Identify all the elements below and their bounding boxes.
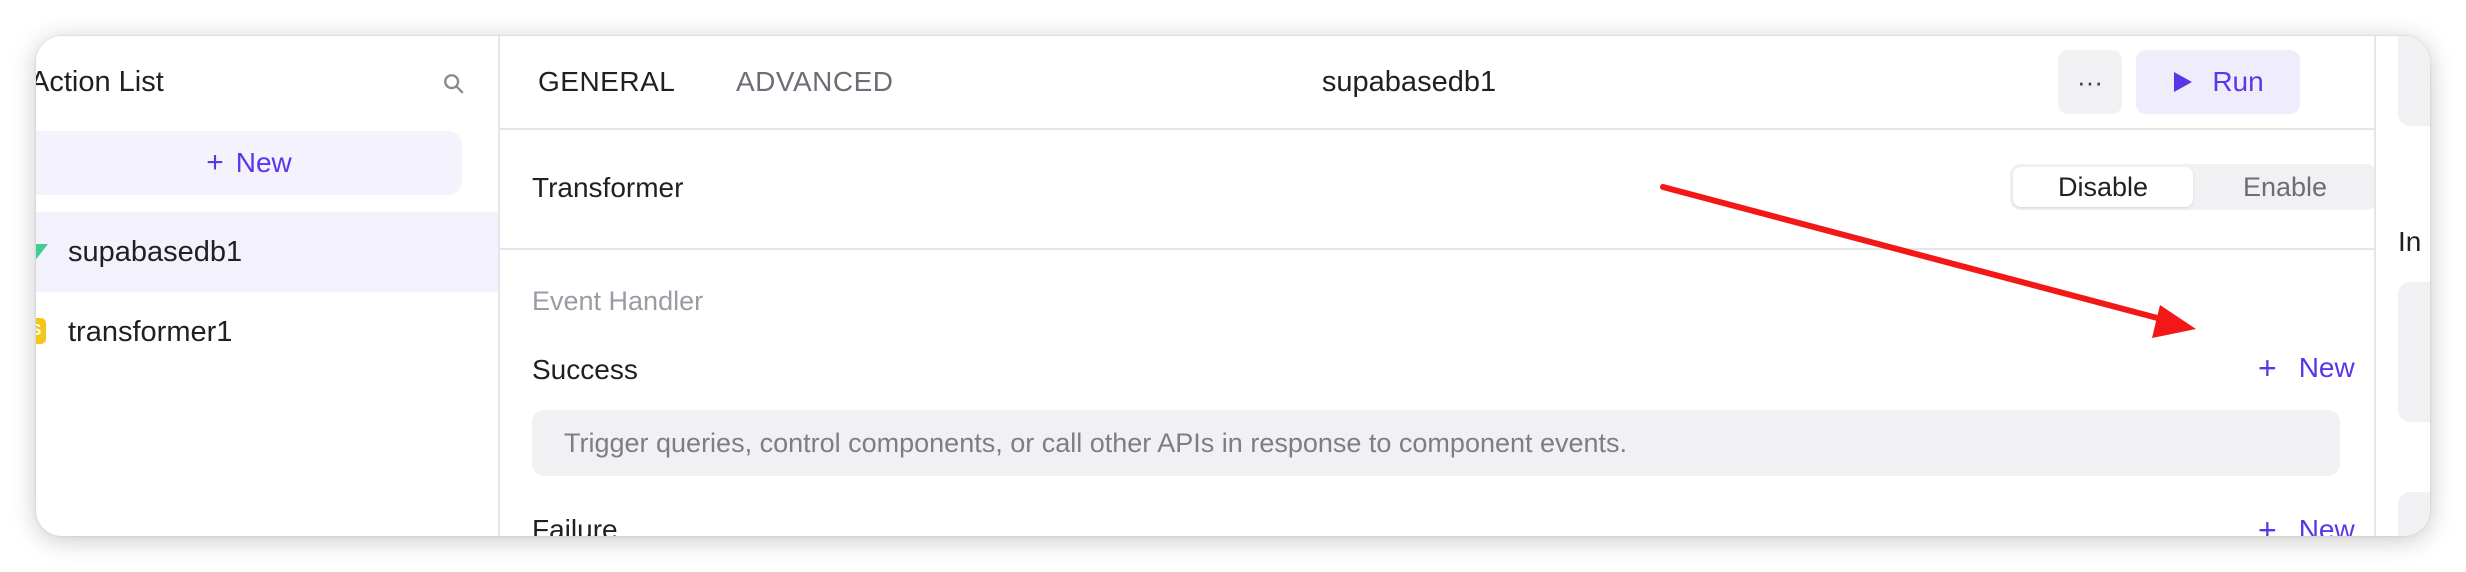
- play-icon: [2174, 72, 2193, 92]
- right-panel-label: In: [2398, 226, 2422, 257]
- sidebar-item-transformer1[interactable]: S transformer1: [36, 292, 498, 372]
- plus-icon: +: [2258, 350, 2277, 386]
- supabase-icon: [36, 244, 48, 260]
- event-handler-title: Event Handler: [532, 286, 704, 316]
- sidebar-title: Action List: [36, 66, 164, 98]
- transformer-disable-option[interactable]: Disable: [2013, 167, 2193, 207]
- transformer-toggle: Disable Enable: [2010, 164, 2376, 210]
- sidebar-item-label: transformer1: [68, 315, 233, 348]
- action-list-sidebar: Action List + New supabasedb1 S transfor…: [36, 36, 500, 536]
- add-success-handler-label: New: [2298, 352, 2355, 383]
- success-label: Success: [532, 354, 638, 385]
- editor-header: GENERAL ADVANCED supabasedb1 ··· Run: [500, 36, 2374, 130]
- ellipsis-icon: ···: [2077, 66, 2103, 97]
- right-panel: In: [2374, 36, 2430, 536]
- event-handler-hint: Trigger queries, control components, or …: [532, 410, 2340, 476]
- event-handler-hint-text: Trigger queries, control components, or …: [564, 428, 1628, 458]
- right-panel-box: [2398, 36, 2430, 126]
- search-icon[interactable]: [440, 70, 468, 98]
- run-label: Run: [2212, 66, 2264, 97]
- add-success-handler-button[interactable]: + New: [2258, 352, 2355, 384]
- transformer-label: Transformer: [532, 172, 684, 203]
- add-failure-handler-button[interactable]: + New: [2258, 514, 2355, 536]
- transformer-row: Transformer Disable Enable: [500, 130, 2376, 250]
- app-window: Action List + New supabasedb1 S transfor…: [36, 36, 2430, 536]
- action-editor: GENERAL ADVANCED supabasedb1 ··· Run Tra…: [500, 36, 2376, 536]
- plus-icon: +: [2258, 512, 2277, 536]
- failure-label: Failure: [532, 514, 618, 536]
- plus-icon: +: [206, 146, 224, 179]
- run-button[interactable]: Run: [2136, 50, 2300, 114]
- new-action-button[interactable]: + New: [36, 131, 462, 195]
- add-failure-handler-label: New: [2298, 514, 2355, 536]
- right-panel-box: [2398, 492, 2430, 536]
- sidebar-item-label: supabasedb1: [68, 235, 243, 268]
- right-panel-box: [2398, 282, 2430, 422]
- new-action-label: New: [235, 147, 292, 178]
- transformer-icon: S: [36, 318, 46, 344]
- more-options-button[interactable]: ···: [2058, 50, 2122, 114]
- transformer-enable-option[interactable]: Enable: [2196, 167, 2374, 207]
- sidebar-item-supabasedb1[interactable]: supabasedb1: [36, 212, 498, 292]
